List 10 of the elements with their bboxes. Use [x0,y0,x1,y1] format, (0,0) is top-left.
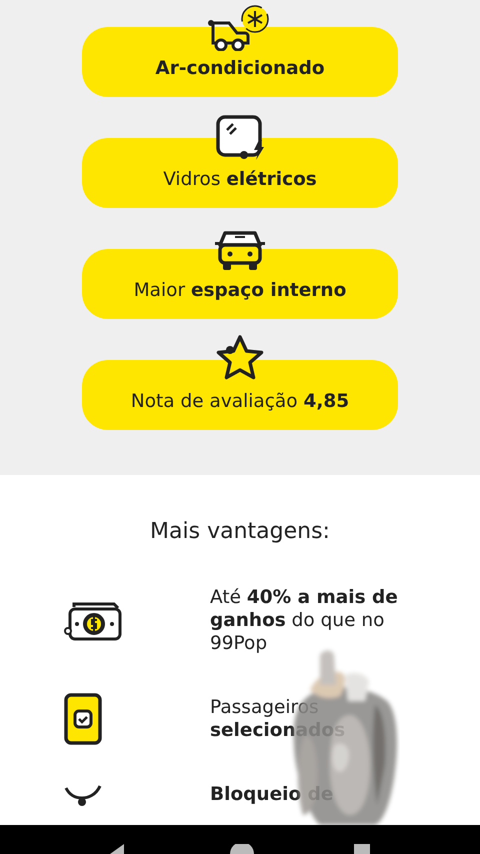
section-title: Mais vantagens: [149,518,331,544]
feature-label: Maior espaço interno [134,280,346,301]
home-icon[interactable] [230,844,254,854]
phone-check-icon [64,693,102,745]
feature-label: Vidros elétricos [163,169,317,190]
route-icon [64,784,104,806]
advantage-text: Até 40% a mais de ganhos do que no 99Pop [210,586,399,655]
feature-label: Ar-condicionado [155,58,325,79]
window-lightning-icon [215,114,265,162]
feature-label: Nota de avaliação 4,85 [130,391,350,412]
